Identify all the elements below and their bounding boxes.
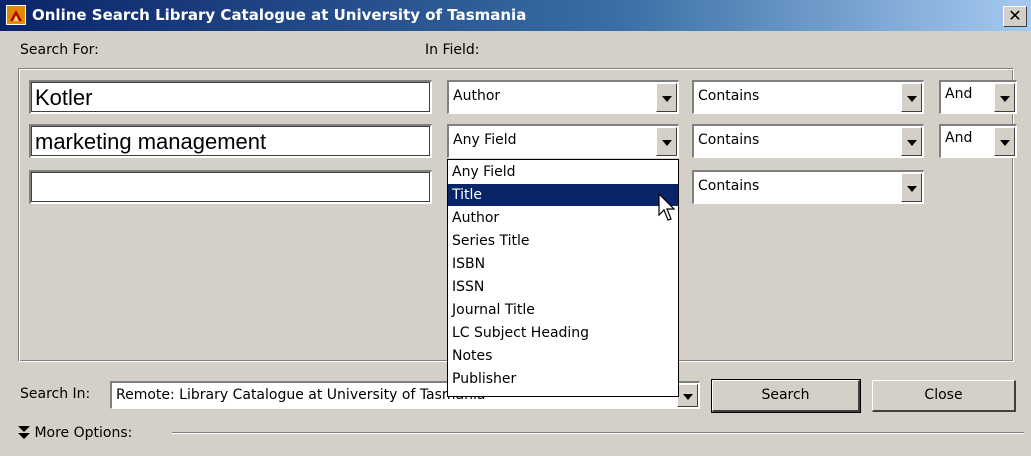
- boolean-select-2[interactable]: And: [939, 124, 1017, 158]
- mouse-pointer-icon: [658, 193, 676, 221]
- dropdown-option-isbn[interactable]: ISBN: [448, 253, 678, 275]
- match-select-1-value: Contains: [698, 88, 760, 104]
- field-select-2-value: Any Field: [453, 132, 517, 148]
- dropdown-option-publisher[interactable]: Publisher: [448, 368, 678, 390]
- chevron-down-icon[interactable]: [901, 127, 922, 156]
- chevron-down-icon[interactable]: [677, 384, 698, 407]
- search-for-label: Search For:: [20, 42, 99, 58]
- dropdown-option-title[interactable]: Title: [448, 184, 678, 206]
- search-term-input-3[interactable]: [29, 170, 432, 204]
- search-term-input-2[interactable]: [29, 124, 432, 158]
- chevron-down-icon[interactable]: [901, 173, 922, 202]
- search-button[interactable]: Search: [711, 379, 861, 413]
- field-select-2[interactable]: Any Field: [447, 124, 679, 158]
- chevron-down-icon[interactable]: [656, 83, 677, 112]
- more-options-label: More Options:: [34, 425, 133, 441]
- dropdown-option-any-field[interactable]: Any Field: [448, 161, 678, 183]
- search-in-value: Remote: Library Catalogue at University …: [116, 387, 486, 403]
- dropdown-option-journal-title[interactable]: Journal Title: [448, 299, 678, 321]
- dropdown-option-author[interactable]: Author: [448, 207, 678, 229]
- window-close-button[interactable]: ✕: [1003, 6, 1027, 27]
- chevron-down-icon[interactable]: [994, 83, 1015, 112]
- chevron-down-icon[interactable]: [994, 127, 1015, 156]
- in-field-label: In Field:: [425, 42, 480, 58]
- close-button[interactable]: Close: [872, 380, 1016, 412]
- field-select-1-value: Author: [453, 88, 501, 104]
- dropdown-option-issn[interactable]: ISSN: [448, 276, 678, 298]
- window-title: Online Search Library Catalogue at Unive…: [32, 6, 527, 24]
- more-options-toggle[interactable]: More Options:: [18, 425, 132, 441]
- search-in-label: Search In:: [20, 386, 91, 402]
- dropdown-option-notes[interactable]: Notes: [448, 345, 678, 367]
- chevron-down-icon[interactable]: [901, 83, 922, 112]
- boolean-select-2-value: And: [945, 130, 973, 146]
- match-select-3-value: Contains: [698, 178, 760, 194]
- more-options-divider: [172, 432, 1024, 434]
- match-select-2[interactable]: Contains: [692, 124, 924, 158]
- search-term-input-1[interactable]: [29, 80, 432, 114]
- boolean-select-1-value: And: [945, 86, 973, 102]
- chevron-down-icon[interactable]: [656, 127, 677, 156]
- dropdown-option-lc-subject-heading[interactable]: LC Subject Heading: [448, 322, 678, 344]
- match-select-3[interactable]: Contains: [692, 170, 924, 204]
- double-chevron-down-icon: [18, 426, 30, 439]
- field-select-1[interactable]: Author: [447, 80, 679, 114]
- boolean-select-1[interactable]: And: [939, 80, 1017, 114]
- close-icon: ✕: [1008, 6, 1022, 25]
- dropdown-option-series-title[interactable]: Series Title: [448, 230, 678, 252]
- field-dropdown-list: Any Field Title Author Series Title ISBN…: [447, 159, 679, 397]
- title-bar: Online Search Library Catalogue at Unive…: [0, 0, 1031, 31]
- library-catalogue-icon: [6, 5, 26, 25]
- match-select-2-value: Contains: [698, 132, 760, 148]
- match-select-1[interactable]: Contains: [692, 80, 924, 114]
